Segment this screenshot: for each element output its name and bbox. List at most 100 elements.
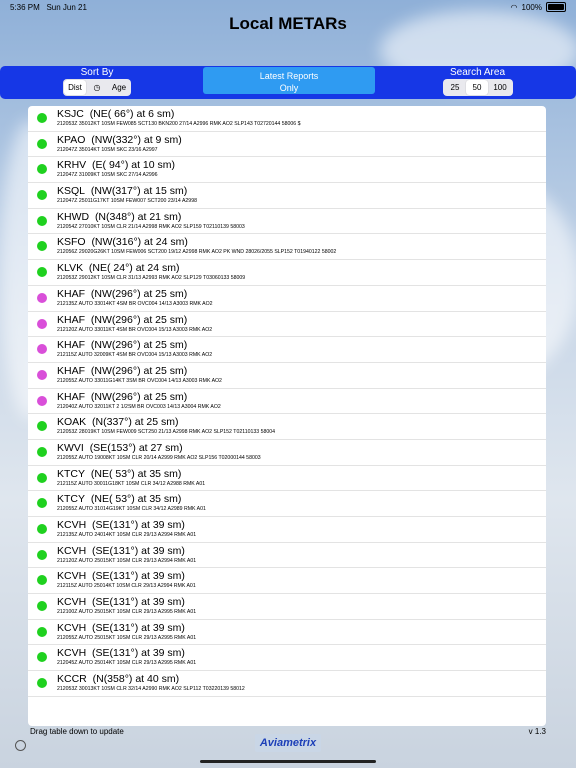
raw-metar: 212040Z AUTO 32011KT 2 1/2SM BR OVC003 1… — [57, 403, 221, 410]
table-row[interactable]: KCVH (SE(131°) at 39 sm) 212120Z AUTO 250… — [28, 543, 546, 569]
status-dot — [37, 678, 47, 689]
raw-metar: 212055Z AUTO 25015KT 10SM CLR 29/13 A299… — [57, 634, 197, 641]
table-row[interactable]: KCVH (SE(131°) at 39 sm) 212055Z AUTO 250… — [28, 620, 546, 646]
station-line: KPAO (NW(332°) at 9 sm) — [57, 134, 182, 146]
station-line: KCVH (SE(131°) at 39 sm) — [57, 519, 185, 531]
station-direction: (NE( 66°) at 6 sm) — [89, 108, 175, 120]
status-dot — [37, 215, 47, 226]
raw-metar: 212054Z 27010KT 10SM CLR 21/14 A2998 RMK… — [57, 223, 245, 230]
status-dot — [37, 472, 47, 483]
status-bar: 5:36 PM Sun Jun 21 ◠ 100% — [0, 0, 576, 14]
station-direction: (NE( 24°) at 24 sm) — [88, 262, 180, 275]
table-row[interactable]: KSJC (NE( 66°) at 6 sm) 212053Z 35012KT 1… — [28, 106, 546, 132]
settings-icon[interactable] — [15, 740, 26, 751]
aviametrix-logo-button[interactable]: Aviametrix — [255, 734, 321, 752]
status-dot — [37, 318, 47, 329]
raw-metar: 212135Z AUTO 33014KT 4SM BR OVC004 14/13… — [57, 300, 213, 307]
search-area-100[interactable]: 100 — [488, 80, 512, 95]
station-id: KCVH — [57, 519, 87, 531]
table-row[interactable]: KCVH (SE(131°) at 39 sm) 212045Z AUTO 250… — [28, 645, 546, 672]
station-id: KCVH — [57, 621, 87, 634]
raw-metar: 212056Z 29020G26KT 10SM FEW006 SCT200 19… — [57, 249, 337, 256]
table-row[interactable]: KHAF (NW(296°) at 25 sm) 212135Z AUTO 330… — [28, 286, 546, 312]
status-dot — [37, 575, 47, 586]
status-dot — [37, 549, 47, 560]
table-row[interactable]: KCVH (SE(131°) at 39 sm) 212135Z AUTO 240… — [28, 517, 546, 543]
status-dot — [37, 498, 47, 509]
station-direction: (NW(317°) at 15 sm) — [90, 185, 188, 198]
station-line: KOAK (N(337°) at 25 sm) — [57, 416, 179, 428]
raw-metar: 212055Z AUTO 33011G14KT 3SM BR OVC004 14… — [57, 377, 222, 384]
raw-metar: 212047Z 31009KT 10SM SKC 27/14 A2996 — [57, 172, 158, 179]
station-id: KLVK — [57, 262, 84, 275]
status-dot — [37, 113, 47, 123]
table-row[interactable]: KTCY (NE( 53°) at 35 sm) 212055Z AUTO 310… — [28, 491, 546, 517]
table-row[interactable]: KHAF (NW(296°) at 25 sm) 212040Z AUTO 320… — [28, 389, 546, 415]
table-row[interactable]: KRHV (E( 94°) at 10 sm) 212047Z 31009KT 1… — [28, 157, 546, 184]
table-row[interactable]: KWVI (SE(153°) at 27 sm) 212055Z AUTO 190… — [28, 440, 546, 466]
status-time: 5:36 PM Sun Jun 21 — [10, 3, 87, 12]
sort-dist-option[interactable]: Dist — [64, 80, 86, 95]
sort-by-label: Sort By — [80, 67, 114, 78]
table-row[interactable]: KCCR (N(358°) at 40 sm) 212053Z 30013KT 1… — [28, 671, 546, 697]
table-row[interactable]: KLVK (NE( 24°) at 24 sm) 212053Z 29012KT … — [28, 260, 546, 286]
status-dot — [37, 241, 47, 252]
search-area-label: Search Area — [449, 67, 506, 78]
station-id: KCVH — [57, 570, 87, 583]
station-id: KSQL — [57, 185, 86, 198]
status-right: ◠ 100% — [511, 2, 566, 12]
station-id: KWVI — [57, 441, 84, 454]
station-line: KCVH (SE(131°) at 39 sm) — [57, 596, 185, 608]
table-row[interactable]: KTCY (NE( 53°) at 35 sm) 212115Z AUTO 300… — [28, 466, 546, 492]
clock-icon[interactable]: ◷ — [86, 80, 108, 95]
raw-metar: 212045Z AUTO 25014KT 10SM CLR 29/13 A299… — [57, 660, 197, 667]
table-row[interactable]: KSQL (NW(317°) at 15 sm) 212047Z 25011G17… — [28, 183, 546, 209]
metar-table[interactable]: KSJC (NE( 66°) at 6 sm) 212053Z 35012KT 1… — [28, 106, 546, 726]
search-area-segmented: 25 50 100 — [443, 79, 513, 96]
station-direction: (SE(131°) at 39 sm) — [92, 647, 185, 660]
status-dot — [37, 267, 47, 278]
station-direction: (SE(153°) at 27 sm) — [89, 441, 183, 454]
station-id: KCCR — [57, 673, 87, 686]
station-direction: (NW(296°) at 25 sm) — [90, 339, 188, 352]
station-direction: (NW(316°) at 24 sm) — [91, 236, 188, 249]
status-dot — [37, 421, 47, 432]
station-id: KTCY — [57, 467, 86, 480]
table-row[interactable]: KOAK (N(337°) at 25 sm) 212053Z 28019KT 1… — [28, 414, 546, 440]
search-area-25[interactable]: 25 — [444, 80, 466, 95]
raw-metar: 212053Z 28019KT 10SM FEW009 SCT250 21/13… — [57, 429, 276, 436]
table-row[interactable]: KHAF (NW(296°) at 25 sm) 212120Z AUTO 330… — [28, 312, 546, 338]
table-row[interactable]: KHAF (NW(296°) at 25 sm) 212055Z AUTO 330… — [28, 363, 546, 389]
station-line: KSQL (NW(317°) at 15 sm) — [57, 185, 187, 197]
table-row[interactable]: KCVH (SE(131°) at 39 sm) 212115Z AUTO 250… — [28, 568, 546, 595]
raw-metar: 212120Z AUTO 25015KT 10SM CLR 29/13 A299… — [57, 557, 197, 564]
station-direction: (NW(296°) at 25 sm) — [90, 364, 188, 377]
station-line: KWVI (SE(153°) at 27 sm) — [57, 442, 183, 454]
station-line: KHAF (NW(296°) at 25 sm) — [57, 365, 187, 377]
latest-reports-button[interactable]: Latest Reports Only — [203, 67, 375, 94]
table-row[interactable]: KCVH (SE(131°) at 39 sm) 212100Z AUTO 250… — [28, 594, 546, 620]
station-id: KSJC — [57, 108, 84, 120]
station-line: KRHV (E( 94°) at 10 sm) — [57, 159, 175, 171]
sort-age-option[interactable]: Age — [108, 80, 130, 95]
table-row[interactable]: KPAO (NW(332°) at 9 sm) 212047Z 35014KT 1… — [28, 132, 546, 158]
station-line: KSFO (NW(316°) at 24 sm) — [57, 236, 188, 248]
table-row[interactable]: KHWD (N(348°) at 21 sm) 212054Z 27010KT 1… — [28, 209, 546, 235]
station-id: KTCY — [57, 493, 86, 506]
version-label: v 1.3 — [528, 727, 546, 736]
station-direction: (SE(131°) at 39 sm) — [92, 519, 185, 531]
station-id: KHAF — [57, 390, 86, 403]
station-id: KPAO — [57, 133, 86, 146]
station-line: KCCR (N(358°) at 40 sm) — [57, 673, 179, 685]
station-line: KTCY (NE( 53°) at 35 sm) — [57, 493, 181, 505]
search-area-50[interactable]: 50 — [466, 80, 488, 95]
station-line: KHAF (NW(296°) at 25 sm) — [57, 391, 187, 403]
status-dot — [37, 190, 47, 201]
status-dot — [37, 292, 47, 303]
raw-metar: 212055Z AUTO 19008KT 10SM CLR 20/14 A299… — [57, 454, 261, 461]
battery-icon — [546, 2, 566, 12]
station-line: KCVH (SE(131°) at 39 sm) — [57, 545, 185, 557]
page-title: Local METARs — [229, 14, 347, 33]
table-row[interactable]: KSFO (NW(316°) at 24 sm) 212056Z 29020G26… — [28, 234, 546, 261]
table-row[interactable]: KHAF (NW(296°) at 25 sm) 212115Z AUTO 320… — [28, 337, 546, 363]
